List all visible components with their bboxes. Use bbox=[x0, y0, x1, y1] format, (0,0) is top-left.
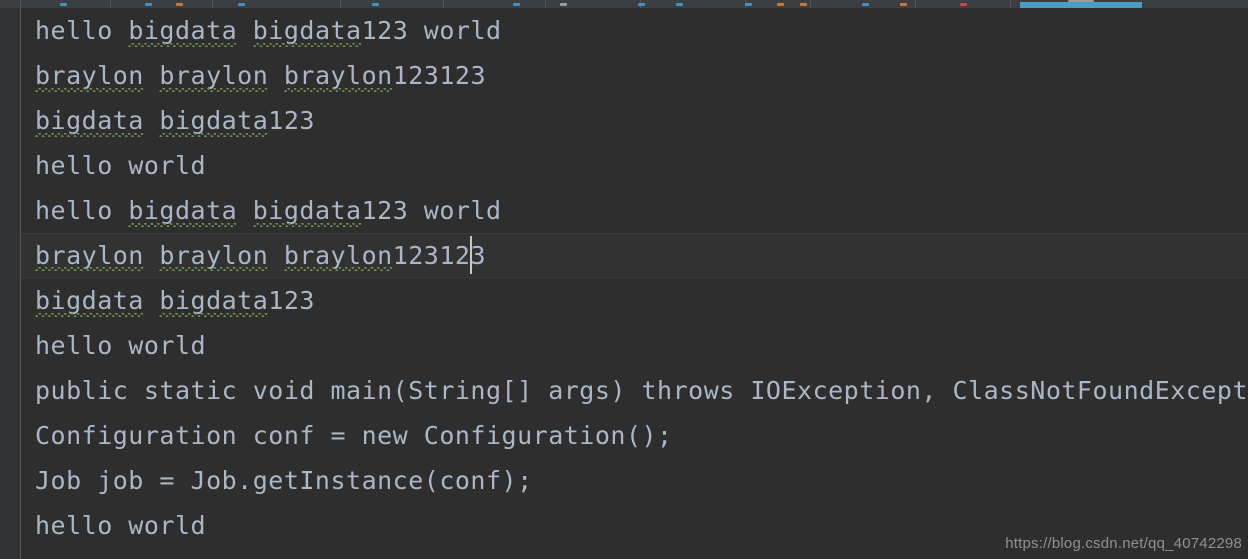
toolbar-button-icon[interactable] bbox=[676, 3, 683, 6]
toolbar-button-icon[interactable] bbox=[145, 3, 152, 6]
code-line[interactable]: hello bigdata bigdata123 world bbox=[21, 8, 1248, 53]
toolbar-button-icon[interactable] bbox=[862, 3, 869, 6]
toolbar-separator bbox=[340, 0, 341, 8]
code-line[interactable]: hello bigdata bigdata123 world bbox=[21, 188, 1248, 233]
spellcheck-word: braylon bbox=[159, 53, 269, 98]
spellcheck-word: braylon bbox=[35, 53, 144, 98]
editor-gutter[interactable] bbox=[0, 8, 20, 559]
toolbar-separator bbox=[20, 0, 21, 8]
code-line[interactable]: braylon braylon braylon123123 bbox=[21, 53, 1248, 98]
spellcheck-word: bigdata bbox=[252, 8, 362, 53]
toolbar-button-icon[interactable] bbox=[777, 3, 784, 6]
spellcheck-word: braylon bbox=[35, 234, 144, 277]
spellcheck-word: bigdata bbox=[35, 278, 144, 323]
code-token: hello world bbox=[35, 331, 207, 360]
spellcheck-word: braylon bbox=[159, 234, 269, 277]
toolbar-button-icon[interactable] bbox=[372, 3, 379, 6]
spellcheck-word: bigdata bbox=[128, 8, 238, 53]
code-line[interactable]: Job job = Job.getInstance(conf); bbox=[21, 458, 1248, 503]
toolbar-button-icon[interactable] bbox=[900, 3, 907, 6]
toolbar-separator bbox=[545, 0, 546, 8]
code-token: Job job = Job.getInstance(conf); bbox=[35, 466, 533, 495]
spellcheck-word: bigdata bbox=[159, 98, 269, 143]
code-editor[interactable]: hello bigdata bigdata123 world braylon br… bbox=[0, 8, 1248, 559]
code-line[interactable]: public static void main(String[] args) t… bbox=[21, 368, 1248, 413]
toolbar-separator bbox=[212, 0, 213, 8]
toolbar-separator bbox=[1010, 0, 1011, 8]
spellcheck-word: braylon bbox=[283, 234, 393, 277]
toolbar-button-icon[interactable] bbox=[638, 3, 645, 6]
code-token: hello bbox=[35, 16, 129, 45]
code-line[interactable]: hello world bbox=[21, 323, 1248, 368]
code-token: 123 world bbox=[361, 196, 502, 225]
code-token: hello bbox=[35, 196, 129, 225]
toolbar-button-icon[interactable] bbox=[560, 3, 567, 6]
text-caret bbox=[470, 236, 472, 274]
code-line[interactable]: bigdata bigdata123 bbox=[21, 278, 1248, 323]
code-token: hello world bbox=[35, 151, 207, 180]
code-line[interactable]: bigdata bigdata123 bbox=[21, 98, 1248, 143]
watermark-url: https://blog.csdn.net/qq_40742298 bbox=[1005, 535, 1242, 552]
spellcheck-word: bigdata bbox=[159, 278, 269, 323]
toolbar-button-icon[interactable] bbox=[238, 3, 245, 6]
code-text-area[interactable]: hello bigdata bigdata123 world braylon br… bbox=[21, 8, 1248, 559]
code-line[interactable]: hello world bbox=[21, 143, 1248, 188]
code-token: 123 bbox=[268, 106, 315, 135]
toolbar-button-icon[interactable] bbox=[60, 3, 67, 6]
spellcheck-word: bigdata bbox=[252, 188, 362, 233]
code-token: public static void main(String[] args) t… bbox=[35, 376, 1248, 405]
toolbar-button-icon[interactable] bbox=[745, 3, 752, 6]
toolbar-separator bbox=[443, 0, 444, 8]
toolbar-separator bbox=[915, 0, 916, 8]
toolbar-separator bbox=[110, 0, 111, 8]
spellcheck-word: bigdata bbox=[35, 98, 144, 143]
toolbar-button-icon[interactable] bbox=[513, 3, 520, 6]
toolbar-button-icon[interactable] bbox=[960, 3, 967, 6]
code-line[interactable]: Configuration conf = new Configuration()… bbox=[21, 413, 1248, 458]
code-token: Configuration conf = new Configuration()… bbox=[35, 421, 673, 450]
spellcheck-word: braylon bbox=[283, 53, 393, 98]
toolbar-button-icon[interactable] bbox=[800, 3, 807, 6]
toolbar-button-icon[interactable] bbox=[176, 3, 183, 6]
code-token: 123123 bbox=[392, 61, 487, 90]
code-token: 123123 bbox=[392, 241, 487, 270]
code-token: hello world bbox=[35, 511, 207, 540]
spellcheck-word: bigdata bbox=[128, 188, 238, 233]
code-token: 123 world bbox=[361, 16, 502, 45]
toolbar-separator bbox=[810, 0, 811, 8]
code-line[interactable]: braylon braylon braylon123123 bbox=[21, 233, 1248, 278]
code-token: 123 bbox=[268, 286, 315, 315]
